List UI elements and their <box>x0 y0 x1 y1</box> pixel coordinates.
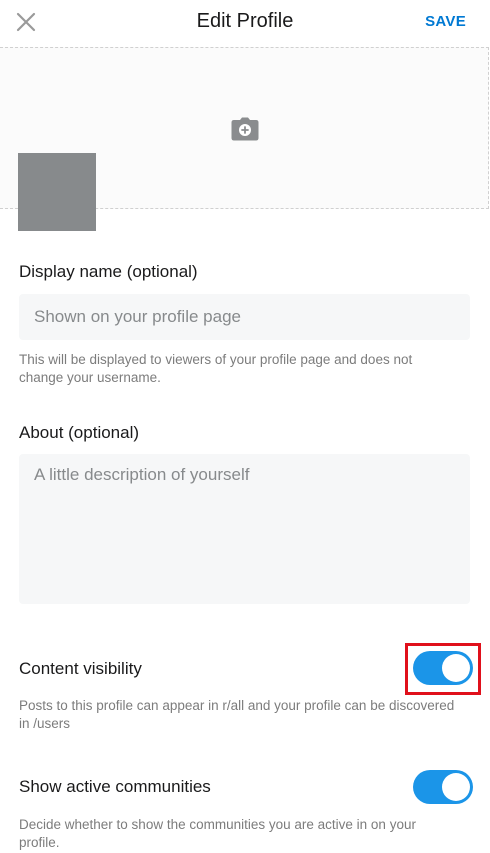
content-visibility-label: Content visibility <box>19 659 142 678</box>
highlight-box <box>405 643 481 695</box>
camera-add-icon[interactable] <box>231 117 259 141</box>
save-button[interactable]: SAVE <box>425 13 466 30</box>
about-textarea[interactable] <box>19 454 470 604</box>
about-label: About (optional) <box>19 423 140 442</box>
content-visibility-help: Posts to this profile can appear in r/al… <box>19 698 455 731</box>
display-name-input[interactable] <box>19 294 470 340</box>
active-communities-label: Show active communities <box>19 777 211 796</box>
avatar-upload[interactable] <box>18 153 96 231</box>
active-communities-toggle[interactable] <box>413 770 473 804</box>
display-name-label: Display name (optional) <box>19 262 198 281</box>
display-name-help: This will be displayed to viewers of you… <box>19 352 413 385</box>
header-bar: Edit Profile SAVE <box>0 0 490 44</box>
toggle-knob <box>442 773 470 801</box>
page-title: Edit Profile <box>196 10 294 32</box>
active-communities-help: Decide whether to show the communities y… <box>19 817 416 850</box>
